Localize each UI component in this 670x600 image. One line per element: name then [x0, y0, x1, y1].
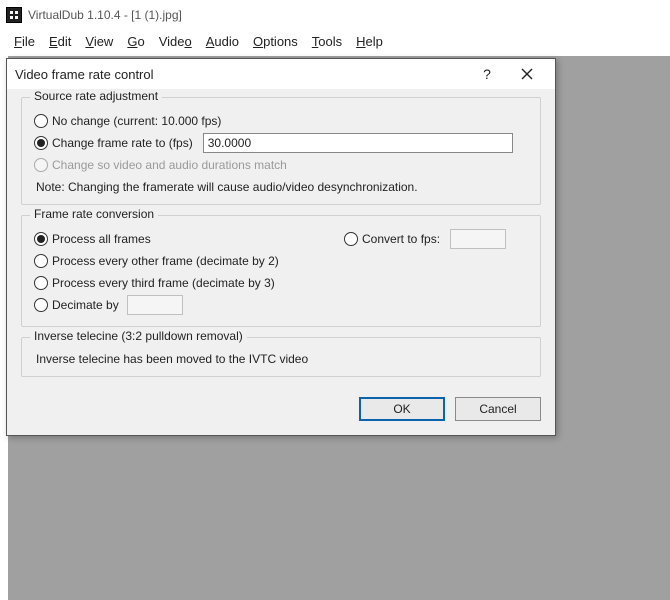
- menu-help[interactable]: Help: [356, 34, 383, 49]
- change-fps-input[interactable]: [203, 133, 513, 153]
- menu-video[interactable]: Video: [159, 34, 192, 49]
- app-title: VirtualDub 1.10.4 - [1 (1).jpg]: [28, 8, 182, 22]
- group-framerate-conversion: Frame rate conversion Process all frames…: [21, 215, 541, 327]
- convert-to-fps-input[interactable]: [450, 229, 506, 249]
- framerate-dialog: Video frame rate control ? Source rate a…: [6, 58, 556, 436]
- radio-decimate-by-label: Decimate by: [52, 298, 119, 312]
- dialog-titlebar: Video frame rate control ?: [7, 59, 555, 89]
- radio-match-durations-label: Change so video and audio durations matc…: [52, 158, 287, 172]
- radio-convert-to-fps[interactable]: [344, 232, 358, 246]
- radio-decimate-2[interactable]: [34, 254, 48, 268]
- radio-no-change[interactable]: [34, 114, 48, 128]
- radio-decimate-3[interactable]: [34, 276, 48, 290]
- decimate-by-input[interactable]: [127, 295, 183, 315]
- dialog-button-row: OK Cancel: [21, 387, 541, 421]
- menu-view[interactable]: View: [85, 34, 113, 49]
- radio-decimate-by[interactable]: [34, 298, 48, 312]
- ok-button[interactable]: OK: [359, 397, 445, 421]
- close-button[interactable]: [507, 61, 547, 87]
- radio-match-durations: [34, 158, 48, 172]
- radio-convert-to-fps-label: Convert to fps:: [362, 232, 440, 246]
- radio-change-fps-label: Change frame rate to (fps): [52, 136, 193, 150]
- ivtc-message: Inverse telecine has been moved to the I…: [32, 350, 530, 366]
- group-source-legend: Source rate adjustment: [30, 89, 162, 103]
- radio-change-fps[interactable]: [34, 136, 48, 150]
- cancel-button[interactable]: Cancel: [455, 397, 541, 421]
- radio-decimate-3-label: Process every third frame (decimate by 3…: [52, 276, 275, 290]
- group-source-rate: Source rate adjustment No change (curren…: [21, 97, 541, 205]
- menu-tools[interactable]: Tools: [312, 34, 342, 49]
- menubar: File Edit View Go Video Audio Options To…: [0, 30, 670, 52]
- help-button[interactable]: ?: [467, 61, 507, 87]
- menu-file[interactable]: File: [14, 34, 35, 49]
- radio-no-change-label: No change (current: 10.000 fps): [52, 114, 221, 128]
- radio-process-all[interactable]: [34, 232, 48, 246]
- group-ivtc: Inverse telecine (3:2 pulldown removal) …: [21, 337, 541, 377]
- group-conv-legend: Frame rate conversion: [30, 207, 158, 221]
- group-ivtc-legend: Inverse telecine (3:2 pulldown removal): [30, 329, 247, 343]
- radio-process-all-label: Process all frames: [52, 232, 151, 246]
- desync-note: Note: Changing the framerate will cause …: [32, 176, 530, 194]
- radio-decimate-2-label: Process every other frame (decimate by 2…: [52, 254, 279, 268]
- menu-edit[interactable]: Edit: [49, 34, 71, 49]
- app-icon: [6, 7, 22, 23]
- dialog-body: Source rate adjustment No change (curren…: [7, 89, 555, 435]
- menu-audio[interactable]: Audio: [206, 34, 239, 49]
- app-titlebar: VirtualDub 1.10.4 - [1 (1).jpg]: [0, 0, 670, 30]
- dialog-title: Video frame rate control: [15, 67, 467, 82]
- menu-go[interactable]: Go: [127, 34, 144, 49]
- menu-options[interactable]: Options: [253, 34, 298, 49]
